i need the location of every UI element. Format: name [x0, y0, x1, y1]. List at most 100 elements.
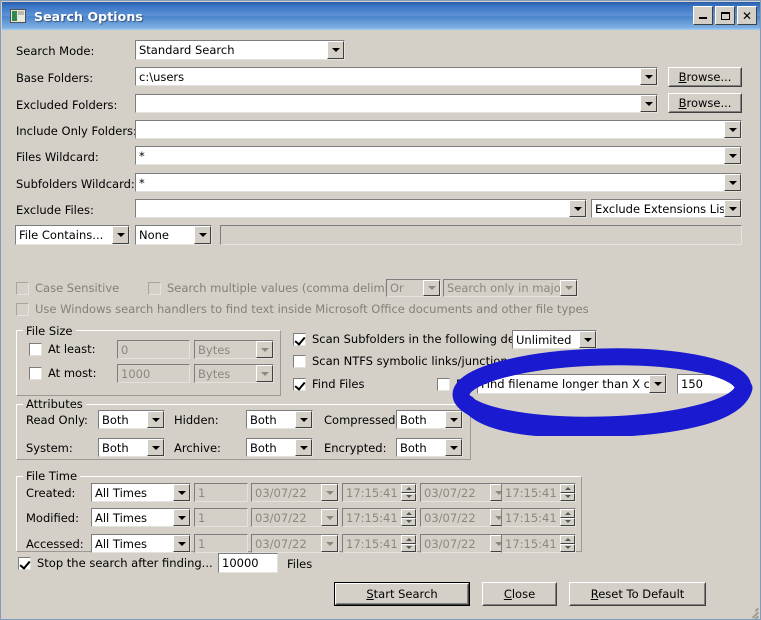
minimize-button[interactable] — [693, 6, 713, 25]
chevron-down-icon[interactable] — [724, 121, 741, 138]
chevron-down-icon[interactable] — [321, 509, 338, 526]
at-most-unit-combo[interactable]: Bytes — [194, 364, 274, 383]
close-button-bottom[interactable]: Close — [482, 582, 557, 606]
chevron-down-icon[interactable] — [560, 280, 577, 296]
modified-amount-input[interactable]: 1 — [194, 508, 248, 527]
chevron-down-icon[interactable] — [295, 439, 312, 456]
encrypted-combo[interactable]: Both — [396, 438, 463, 457]
hidden-combo[interactable]: Both — [246, 410, 313, 429]
spin-down-icon[interactable] — [560, 543, 575, 552]
accessed-time2-spinner[interactable]: 17:15:41 — [501, 534, 576, 553]
stop-search-checkbox[interactable]: Stop the search after finding... — [18, 556, 213, 570]
chevron-down-icon[interactable] — [445, 411, 462, 428]
spinner-buttons[interactable] — [401, 484, 416, 501]
created-amount-input[interactable]: 1 — [194, 483, 248, 502]
scan-ntfs-links-checkbox[interactable]: Scan NTFS symbolic links/junction points — [293, 354, 547, 368]
spin-up-icon[interactable] — [401, 484, 416, 493]
chevron-down-icon[interactable] — [295, 411, 312, 428]
accessed-date1-picker[interactable]: 03/07/22 — [251, 534, 339, 553]
close-button[interactable]: ✕ — [737, 6, 757, 25]
base-folders-combo[interactable]: c:\users — [135, 67, 658, 86]
spinner-buttons[interactable] — [560, 484, 575, 501]
search-multiple-values-checkbox[interactable]: Search multiple values (comma delimited) — [148, 281, 411, 295]
modified-mode-combo[interactable]: All Times — [91, 508, 191, 527]
start-search-button[interactable]: Start Search — [334, 582, 470, 606]
modified-date1-picker[interactable]: 03/07/22 — [251, 508, 339, 527]
accessed-time1-spinner[interactable]: 17:15:41 — [342, 534, 417, 553]
content-mode-combo[interactable]: File Contains... — [15, 225, 130, 245]
spinner-buttons[interactable] — [560, 509, 575, 526]
chevron-down-icon[interactable] — [445, 439, 462, 456]
spin-up-icon[interactable] — [401, 535, 416, 544]
files-wildcard-combo[interactable]: * — [135, 146, 742, 165]
content-text-input[interactable] — [220, 225, 742, 245]
exclude-files-combo[interactable] — [135, 199, 587, 218]
chevron-down-icon[interactable] — [640, 68, 657, 85]
chevron-down-icon[interactable] — [423, 280, 440, 296]
chevron-down-icon[interactable] — [112, 226, 129, 244]
read-only-combo[interactable]: Both — [98, 410, 165, 429]
spin-up-icon[interactable] — [401, 509, 416, 518]
spinner-buttons[interactable] — [401, 535, 416, 552]
chevron-down-icon[interactable] — [640, 95, 657, 112]
chevron-down-icon[interactable] — [147, 411, 164, 428]
spin-down-icon[interactable] — [401, 543, 416, 552]
chevron-down-icon[interactable] — [724, 147, 741, 164]
chevron-down-icon[interactable] — [327, 41, 344, 59]
created-mode-combo[interactable]: All Times — [91, 483, 191, 502]
maximize-button[interactable] — [715, 6, 735, 25]
special-filter-combo[interactable]: Find filename longer than X charact — [477, 374, 667, 394]
subfolders-wildcard-combo[interactable]: * — [135, 173, 742, 192]
created-date2-picker[interactable]: 03/07/22 — [420, 483, 508, 502]
browse-excluded-folders-button[interactable]: Browse... — [668, 93, 742, 113]
at-least-value-input[interactable]: 0 — [117, 340, 190, 359]
chevron-down-icon[interactable] — [173, 509, 190, 526]
chevron-down-icon[interactable] — [649, 375, 666, 393]
scan-depth-combo[interactable]: Unlimited — [512, 330, 597, 349]
chevron-down-icon[interactable] — [569, 200, 586, 217]
boolean-operator-combo[interactable]: Or — [386, 279, 441, 297]
chevron-down-icon[interactable] — [194, 226, 211, 244]
exclude-extensions-list-combo[interactable]: Exclude Extensions List — [591, 199, 742, 218]
compressed-combo[interactable]: Both — [396, 410, 463, 429]
case-sensitive-checkbox[interactable]: Case Sensitive — [16, 281, 119, 295]
at-most-value-input[interactable]: 1000 — [117, 364, 190, 383]
chevron-down-icon[interactable] — [256, 365, 273, 382]
chevron-down-icon[interactable] — [321, 535, 338, 552]
spin-down-icon[interactable] — [401, 517, 416, 526]
modified-time1-spinner[interactable]: 17:15:41 — [342, 508, 417, 527]
accessed-mode-combo[interactable]: All Times — [91, 534, 191, 553]
spinner-buttons[interactable] — [560, 535, 575, 552]
chevron-down-icon[interactable] — [579, 331, 596, 348]
special-filter-amount-input[interactable]: 150 — [677, 374, 737, 394]
scan-subfolders-checkbox[interactable]: Scan Subfolders in the following depth: — [293, 332, 538, 346]
spin-up-icon[interactable] — [560, 509, 575, 518]
created-date1-picker[interactable]: 03/07/22 — [251, 483, 339, 502]
system-combo[interactable]: Both — [98, 438, 165, 457]
spin-down-icon[interactable] — [560, 517, 575, 526]
archive-combo[interactable]: Both — [246, 438, 313, 457]
windows-search-handlers-checkbox[interactable]: Use Windows search handlers to find text… — [16, 302, 589, 316]
chevron-down-icon[interactable] — [173, 535, 190, 552]
created-time2-spinner[interactable]: 17:15:41 — [501, 483, 576, 502]
excluded-folders-combo[interactable] — [135, 94, 658, 113]
accessed-amount-input[interactable]: 1 — [194, 534, 248, 553]
browse-base-folders-button[interactable]: Browse... — [668, 67, 742, 87]
chevron-down-icon[interactable] — [147, 439, 164, 456]
at-least-unit-combo[interactable]: Bytes — [194, 340, 274, 359]
chevron-down-icon[interactable] — [256, 341, 273, 358]
reset-to-default-button[interactable]: Reset To Default — [569, 582, 706, 606]
at-least-checkbox[interactable]: At least: — [29, 342, 96, 356]
resize-grip[interactable] — [745, 604, 759, 619]
spinner-buttons[interactable] — [401, 509, 416, 526]
stream-scope-combo[interactable]: Search only in major strea — [443, 279, 578, 297]
spin-up-icon[interactable] — [560, 535, 575, 544]
accessed-date2-picker[interactable]: 03/07/22 — [420, 534, 508, 553]
created-time1-spinner[interactable]: 17:15:41 — [342, 483, 417, 502]
chevron-down-icon[interactable] — [321, 484, 338, 501]
spin-up-icon[interactable] — [560, 484, 575, 493]
search-mode-combo[interactable]: Standard Search — [135, 40, 345, 60]
chevron-down-icon[interactable] — [724, 174, 741, 191]
include-only-folders-combo[interactable] — [135, 120, 742, 139]
chevron-down-icon[interactable] — [724, 200, 741, 217]
